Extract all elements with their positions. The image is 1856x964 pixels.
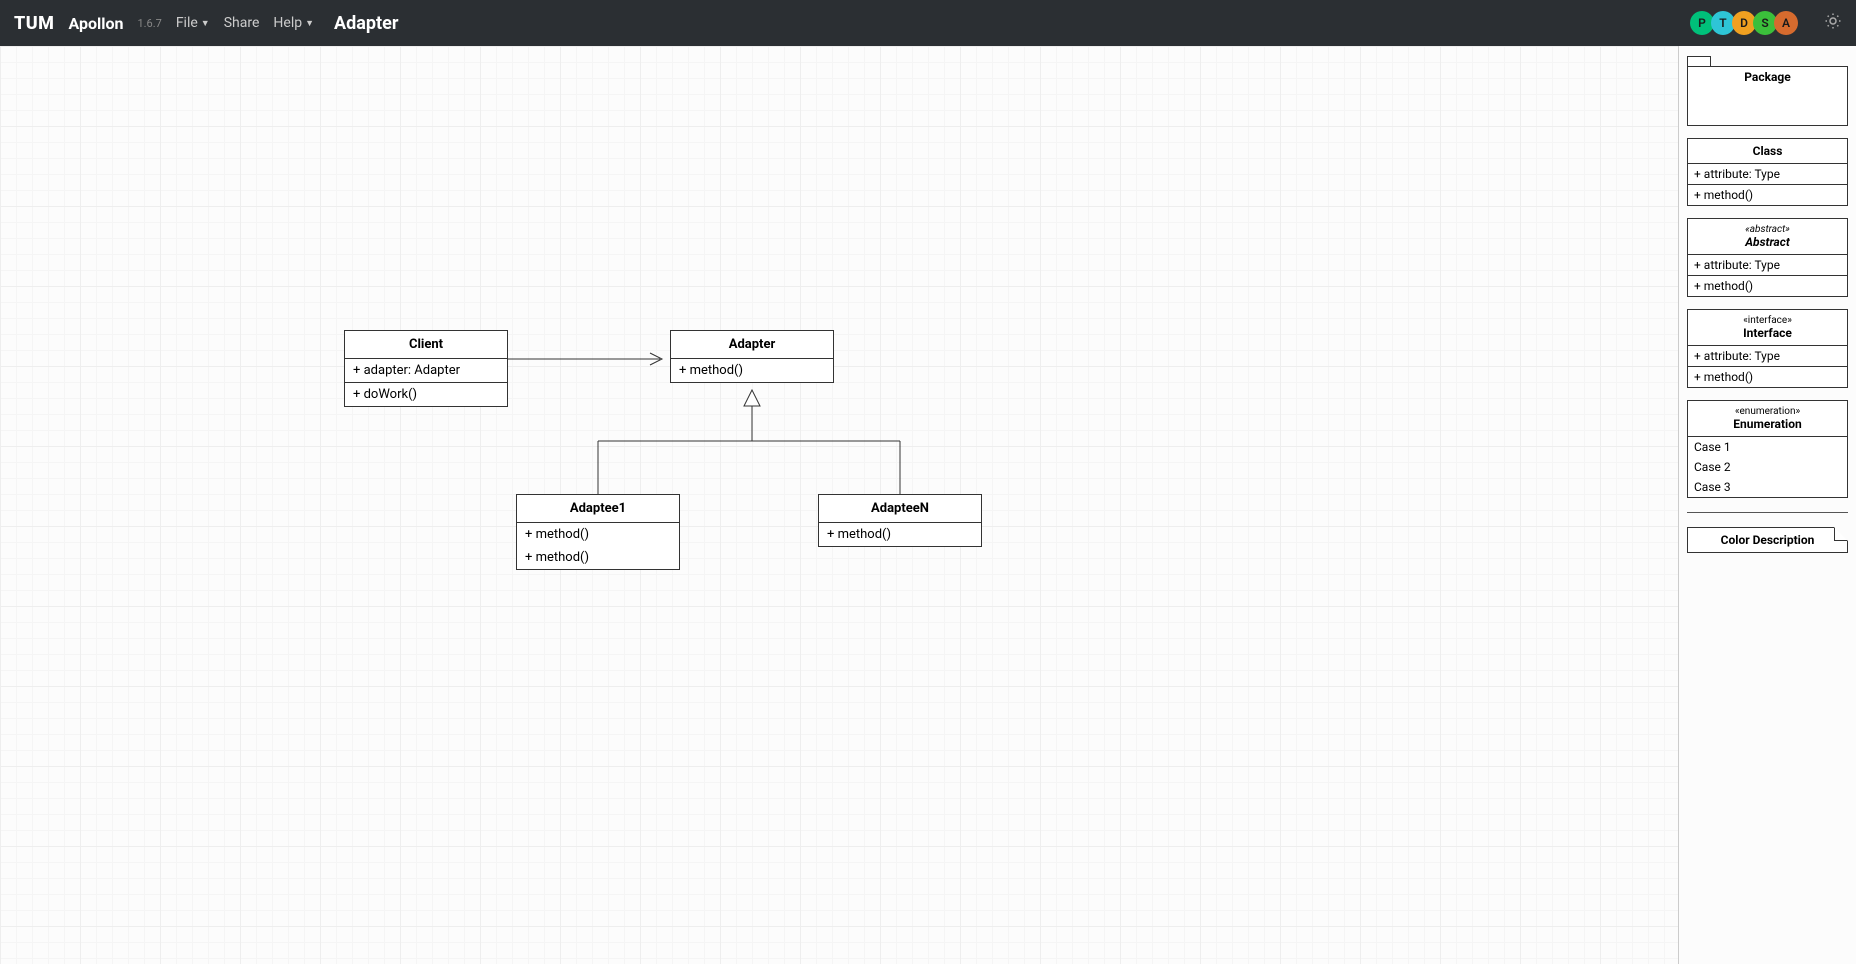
theme-toggle-icon[interactable] — [1824, 12, 1842, 34]
palette-class[interactable]: Class + attribute: Type + method() — [1687, 138, 1848, 206]
brand-name: Apollon — [68, 14, 123, 33]
class-method: + method() — [517, 523, 679, 546]
class-client[interactable]: Client + adapter: Adapter + doWork() — [344, 330, 508, 407]
class-name: AdapteeN — [819, 495, 981, 523]
palette-abstract-method: + method() — [1688, 276, 1847, 296]
menu-help[interactable]: Help ▼ — [273, 15, 314, 31]
class-name: Adaptee1 — [517, 495, 679, 523]
palette-interface-method: + method() — [1688, 367, 1847, 387]
chevron-down-icon: ▼ — [305, 18, 314, 29]
class-name: Client — [345, 331, 507, 359]
menu-file-label: File — [176, 15, 198, 31]
class-attribute: + adapter: Adapter — [345, 359, 507, 382]
palette-enum-case: Case 2 — [1688, 457, 1847, 477]
palette-interface-attr: + attribute: Type — [1688, 346, 1847, 366]
palette-enum-case: Case 1 — [1688, 437, 1847, 457]
palette-divider — [1687, 512, 1848, 513]
palette-package-label: Package — [1687, 70, 1848, 84]
palette-class-attr: + attribute: Type — [1688, 164, 1847, 184]
palette-abstract-stereo: «abstract» — [1692, 224, 1843, 235]
user-presence: P T D S A — [1693, 11, 1798, 35]
navbar: TUM Apollon 1.6.7 File ▼ Share Help ▼ Ad… — [0, 0, 1856, 46]
diagram-title[interactable]: Adapter — [334, 13, 398, 34]
palette-class-name: Class — [1688, 139, 1847, 164]
menu-help-label: Help — [273, 15, 302, 31]
chevron-down-icon: ▼ — [201, 18, 210, 29]
logo: TUM — [14, 13, 54, 34]
canvas[interactable]: Client + adapter: Adapter + doWork() Ada… — [0, 46, 1678, 964]
palette-abstract[interactable]: «abstract» Abstract + attribute: Type + … — [1687, 218, 1848, 297]
menu-share[interactable]: Share — [224, 15, 260, 31]
palette-enum-stereo: «enumeration» — [1692, 406, 1843, 417]
palette-sidebar: Package Class + attribute: Type + method… — [1678, 46, 1856, 964]
class-name: Adapter — [671, 331, 833, 359]
palette-interface[interactable]: «interface» Interface + attribute: Type … — [1687, 309, 1848, 388]
class-adaptee1[interactable]: Adaptee1 + method() + method() — [516, 494, 680, 570]
palette-enum-case: Case 3 — [1688, 477, 1847, 497]
palette-class-method: + method() — [1688, 185, 1847, 205]
class-adapter[interactable]: Adapter + method() — [670, 330, 834, 383]
menu-file[interactable]: File ▼ — [176, 15, 210, 31]
palette-enum-name: Enumeration — [1733, 417, 1801, 431]
user-badge[interactable]: A — [1774, 11, 1798, 35]
palette-abstract-attr: + attribute: Type — [1688, 255, 1847, 275]
palette-package[interactable]: Package — [1687, 56, 1848, 126]
palette-note[interactable]: Color Description — [1687, 527, 1848, 553]
palette-enumeration[interactable]: «enumeration» Enumeration Case 1 Case 2 … — [1687, 400, 1848, 498]
main: Client + adapter: Adapter + doWork() Ada… — [0, 46, 1856, 964]
palette-interface-stereo: «interface» — [1692, 315, 1843, 326]
class-method: + doWork() — [345, 383, 507, 406]
class-method: + method() — [517, 546, 679, 569]
version-label: 1.6.7 — [137, 17, 161, 30]
palette-note-label: Color Description — [1688, 528, 1847, 552]
class-adapteen[interactable]: AdapteeN + method() — [818, 494, 982, 547]
class-method: + method() — [671, 359, 833, 382]
palette-interface-name: Interface — [1743, 326, 1792, 340]
class-method: + method() — [819, 523, 981, 546]
palette-abstract-name: Abstract — [1745, 235, 1790, 249]
